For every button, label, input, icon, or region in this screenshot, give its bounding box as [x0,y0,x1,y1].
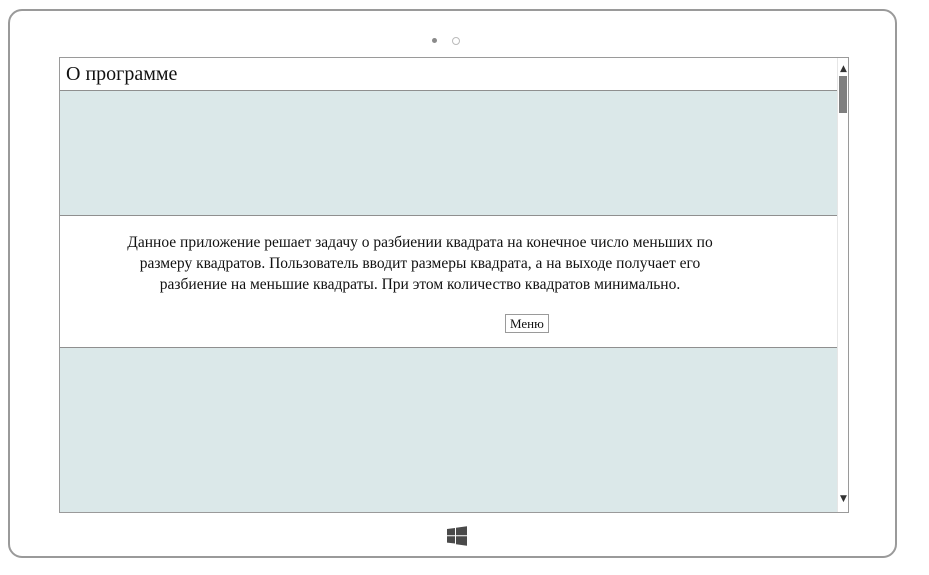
about-description: Данное приложение решает задачу о разбие… [127,234,713,293]
about-panel: Данное приложение решает задачу о разбие… [60,215,838,348]
vertical-scrollbar[interactable]: ▲ ▼ [837,58,848,512]
page-header: О программе [60,58,838,91]
camera-sensor-dot [432,38,437,43]
camera-dots-icon [432,36,472,46]
page-title: О программе [66,63,178,85]
scroll-down-arrow-icon[interactable]: ▼ [838,494,848,504]
scrollbar-thumb[interactable] [839,76,847,113]
windows-logo-icon[interactable] [447,526,467,546]
windows-logo-pane-bottom-left [447,536,455,544]
scroll-up-arrow-icon[interactable]: ▲ [838,64,848,74]
app-screen: О программе Данное приложение решает зад… [59,57,849,513]
windows-logo-pane-top-left [447,528,455,536]
windows-logo-pane-top-right [456,526,467,536]
camera-lens-dot [452,37,460,45]
windows-logo-pane-bottom-right [456,536,467,546]
menu-button[interactable]: Меню [505,314,549,333]
